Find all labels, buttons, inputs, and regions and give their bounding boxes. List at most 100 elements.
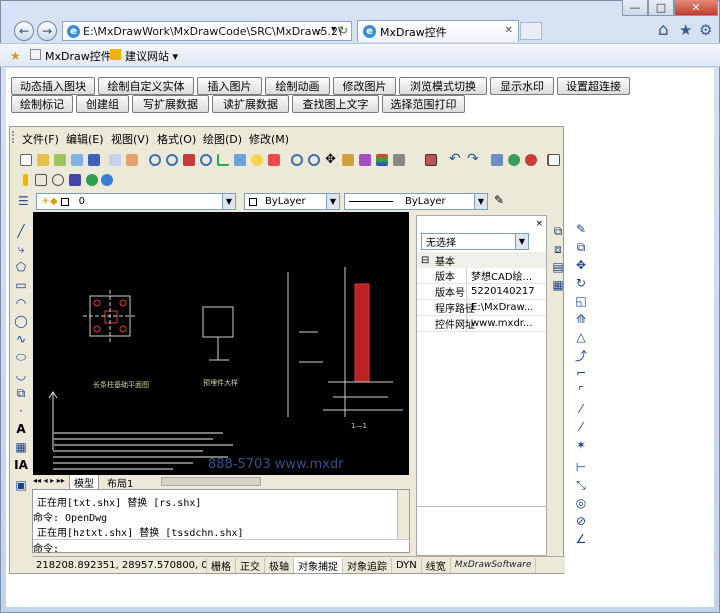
new-file-icon[interactable] <box>20 154 32 166</box>
table-icon[interactable]: ▦ <box>14 440 28 454</box>
status-grid[interactable]: 栅格 <box>207 557 236 573</box>
status-otrack[interactable]: 对象追踪 <box>343 557 392 573</box>
green-dot-icon[interactable] <box>86 174 98 186</box>
rotate-icon[interactable]: ↻ <box>574 276 588 290</box>
realtime-zoom-icon[interactable] <box>291 154 303 166</box>
save-as-icon[interactable] <box>71 154 83 166</box>
btn-write-xdata[interactable]: 写扩展数据 <box>132 95 209 113</box>
btn-read-xdata[interactable]: 读扩展数据 <box>212 95 289 113</box>
dim-linear-icon[interactable]: ⊢ <box>574 460 588 474</box>
color-palette-icon[interactable] <box>376 154 388 166</box>
print-icon[interactable] <box>109 154 121 166</box>
blue-dot-icon[interactable] <box>101 174 113 186</box>
address-bar[interactable]: e E:\MxDrawWork\MxDrawCode\SRC\MxDraw5.2… <box>62 21 352 41</box>
zoom-extents-icon[interactable] <box>183 154 195 166</box>
tab-layout1[interactable]: 布局1 <box>103 475 137 490</box>
tab-nav-arrows[interactable]: ◂◂ ◂ ▸ ▸▸ <box>33 476 65 485</box>
paste-icon[interactable] <box>126 154 138 166</box>
close-window-button[interactable]: ✕ <box>674 0 718 16</box>
layer-combo[interactable]: ☀◆ 0 ▼ <box>36 193 236 210</box>
hatch-tool-icon[interactable]: ▣ <box>14 478 28 492</box>
zoom-previous-icon[interactable] <box>308 154 320 166</box>
cmd-scrollbar[interactable] <box>397 490 409 539</box>
erase-icon[interactable]: ✎ <box>574 222 588 236</box>
prop-row-website[interactable]: 控件网址 www.mxdr... <box>417 316 546 332</box>
menu-draw[interactable]: 绘图(D) <box>203 131 242 146</box>
pan-move-icon[interactable]: ✥ <box>325 152 336 167</box>
image-tool-icon[interactable] <box>425 154 437 166</box>
scale-icon[interactable]: ◱ <box>574 294 588 308</box>
menu-modify[interactable]: 修改(M) <box>249 131 289 146</box>
forward-button[interactable]: → <box>37 21 57 41</box>
btn-draw-animation[interactable]: 绘制动画 <box>265 77 330 95</box>
btn-hyperlink[interactable]: 设置超连接 <box>557 77 630 95</box>
trim-icon[interactable]: △ <box>574 330 588 344</box>
pencil-icon[interactable] <box>342 154 354 166</box>
multiline-text-icon[interactable]: IA <box>14 458 28 472</box>
tab-close-icon[interactable]: ✕ <box>505 25 513 36</box>
hatch-icon[interactable] <box>359 154 371 166</box>
shape-icon[interactable] <box>69 174 81 186</box>
stretch-icon[interactable]: ⟰ <box>574 312 588 326</box>
favorites-add-icon[interactable]: ★ <box>10 49 21 63</box>
open-folder-icon[interactable] <box>37 154 49 166</box>
status-osnap[interactable]: 对象捕捉 <box>294 557 343 573</box>
props-close-icon[interactable]: × <box>535 219 543 229</box>
back-button[interactable]: ← <box>14 21 34 41</box>
dimension-icon[interactable] <box>217 154 229 166</box>
cloud-icon[interactable] <box>52 174 64 186</box>
status-dyn[interactable]: DYN <box>392 557 422 573</box>
render-sphere-icon[interactable] <box>508 154 520 166</box>
prop-row-version[interactable]: 版本 梦想CAD绘... <box>417 268 546 284</box>
section-toggle-icon[interactable]: ⊟ <box>417 255 435 266</box>
break-icon[interactable]: ⁄ <box>574 402 588 416</box>
menu-file[interactable]: 文件(F) <box>22 131 59 146</box>
arc-icon[interactable]: ◠ <box>14 296 28 310</box>
explode-icon[interactable]: ✶ <box>574 438 588 452</box>
offset-icon[interactable]: ▤ <box>551 260 565 274</box>
light-bulb-icon[interactable] <box>251 154 263 166</box>
menu-format[interactable]: 格式(O) <box>157 131 196 146</box>
point-icon[interactable]: · <box>14 404 28 418</box>
circle-icon[interactable]: ◯ <box>14 314 28 328</box>
insert-block-icon[interactable]: ⧉ <box>14 386 28 400</box>
rectangle-icon[interactable]: ▭ <box>14 278 28 292</box>
search-icon[interactable]: ⌕ <box>316 24 323 39</box>
favorite-mxdraw[interactable]: MxDraw控件 <box>45 48 112 64</box>
prop-row-version-number[interactable]: 版本号 5220140217 <box>417 284 546 300</box>
favorites-star-icon[interactable]: ★ <box>679 21 692 39</box>
print-preview-icon[interactable] <box>548 154 560 166</box>
maximize-button[interactable]: □ <box>648 0 674 16</box>
zoom-out-icon[interactable] <box>200 154 212 166</box>
drawing-canvas[interactable]: 长条柱基础平面图 预埋件大样 1—1 888-5703 www.mxdr <box>33 212 409 476</box>
line-icon[interactable]: ╱ <box>14 224 28 238</box>
menu-edit[interactable]: 编辑(E) <box>66 131 104 146</box>
redo-icon[interactable]: ↷ <box>467 151 479 167</box>
undo-icon[interactable]: ↶ <box>449 151 461 167</box>
save-icon[interactable] <box>88 154 100 166</box>
dropdown-icon[interactable]: ▾ <box>331 24 336 35</box>
color-combo[interactable]: ByLayer ▼ <box>244 193 340 210</box>
gear-icon[interactable]: ⚙ <box>699 21 712 39</box>
fillet-icon[interactable]: ⌐ <box>574 366 588 380</box>
favorite-suggested-sites[interactable]: 建议网站 ▾ <box>125 48 178 64</box>
camera-icon[interactable] <box>35 174 47 186</box>
btn-print-range[interactable]: 选择范围打印 <box>382 95 465 113</box>
zoom-in-icon[interactable] <box>166 154 178 166</box>
copy-icon[interactable]: ⧉ <box>551 224 565 238</box>
cmd-prompt-row[interactable]: 命令: <box>33 539 409 555</box>
dim-diameter-icon[interactable]: ⊘ <box>574 514 588 528</box>
minimize-button[interactable]: — <box>622 0 648 16</box>
layer-color-icon[interactable] <box>268 154 280 166</box>
browser-tab[interactable]: e MxDraw控件 ✕ <box>357 20 519 42</box>
status-polar[interactable]: 极轴 <box>265 557 294 573</box>
polyline-icon[interactable]: ⤷ <box>14 242 28 256</box>
btn-custom-entity[interactable]: 绘制自定义实体 <box>98 77 194 95</box>
btn-watermark[interactable]: 显示水印 <box>490 77 554 95</box>
btn-insert-image[interactable]: 插入图片 <box>197 77 262 95</box>
horizontal-scrollbar[interactable] <box>161 477 261 486</box>
spline-icon[interactable]: ∿ <box>14 332 28 346</box>
mirror-icon[interactable]: ⧈ <box>551 242 565 256</box>
properties-match-icon[interactable] <box>393 154 405 166</box>
polygon-icon[interactable]: ⬠ <box>14 260 28 274</box>
